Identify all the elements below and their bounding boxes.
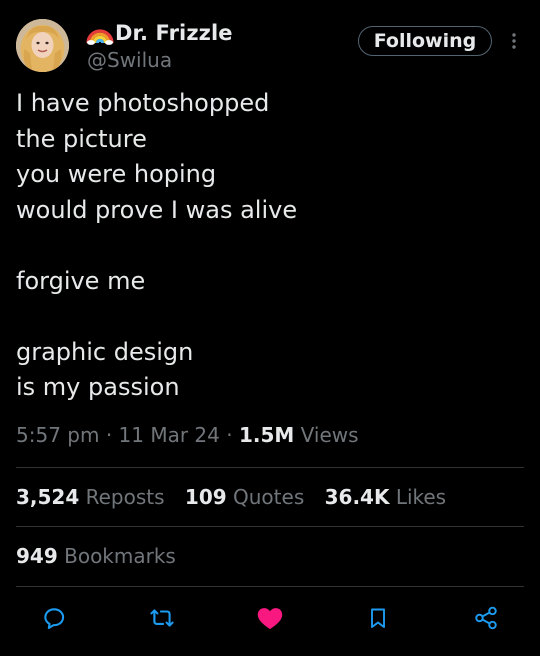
engagement-stats: 3,524 Reposts 109 Quotes 36.4K Likes [16, 485, 460, 509]
rainbow-icon [86, 21, 114, 45]
bookmarks-stat[interactable]: 949 Bookmarks [16, 544, 176, 568]
bookmark-button[interactable] [364, 604, 392, 632]
tweet-time[interactable]: 5:57 pm [16, 423, 99, 447]
tweet-line [16, 228, 516, 264]
tweet-meta: 5:57 pm · 11 Mar 24 · 1.5M Views [16, 423, 359, 447]
views-count[interactable]: 1.5M [239, 423, 294, 447]
quotes-stat[interactable]: 109 Quotes [185, 485, 304, 509]
reply-icon [41, 605, 67, 631]
repost-icon [148, 605, 176, 631]
more-options-icon[interactable] [505, 28, 523, 54]
bookmark-icon [366, 605, 390, 631]
tweet-line [16, 299, 516, 335]
display-name[interactable]: Dr. Frizzle [115, 21, 233, 45]
share-button[interactable] [472, 604, 500, 632]
reposts-label: Reposts [85, 485, 165, 509]
tweet-text: I have photoshopped the picture you were… [16, 86, 516, 406]
tweet-line: is my passion [16, 373, 180, 401]
share-icon [473, 605, 499, 631]
tweet-line: graphic design [16, 337, 194, 366]
reply-button[interactable] [40, 604, 68, 632]
quotes-count: 109 [184, 485, 227, 509]
repost-button[interactable] [148, 604, 176, 632]
tweet-date[interactable]: 11 Mar 24 [119, 423, 220, 447]
tweet-line: would prove I was alive [16, 195, 298, 224]
tweet-line: I have photoshopped [16, 89, 270, 117]
tweet-line: you were hoping [16, 160, 217, 188]
avatar[interactable] [16, 19, 69, 72]
avatar-image [16, 19, 69, 72]
divider [16, 586, 524, 587]
quotes-label: Quotes [233, 485, 305, 509]
following-button[interactable]: Following [358, 26, 492, 56]
tweet-line: forgive me [16, 266, 146, 295]
like-button[interactable] [256, 604, 284, 632]
likes-label: Likes [395, 485, 447, 509]
likes-count: 36.4K [324, 485, 390, 509]
views-label[interactable]: Views [301, 423, 359, 447]
bookmarks-count: 949 [16, 544, 58, 568]
user-handle[interactable]: @Swilua [87, 48, 172, 72]
meta-separator: · [226, 423, 233, 447]
bookmarks-label: Bookmarks [64, 544, 176, 568]
meta-separator: · [105, 423, 113, 447]
display-name-row[interactable]: Dr. Frizzle [86, 20, 233, 46]
reposts-stat[interactable]: 3,524 Reposts [16, 485, 165, 509]
likes-stat[interactable]: 36.4K Likes [325, 485, 447, 509]
tweet-detail: Dr. Frizzle @Swilua Following I have pho… [0, 0, 540, 656]
heart-icon [256, 605, 284, 631]
divider [16, 467, 524, 468]
tweet-line: the picture [16, 124, 147, 153]
reposts-count: 3,524 [16, 485, 80, 509]
divider [16, 526, 524, 527]
